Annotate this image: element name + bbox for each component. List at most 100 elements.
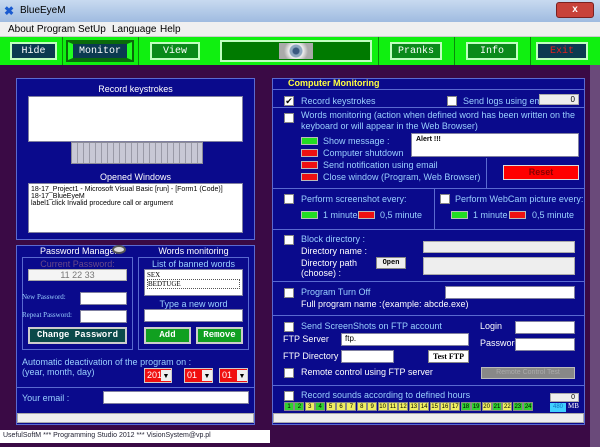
hour-toggle[interactable]: 5	[325, 402, 336, 411]
change-password-button[interactable]: Change Password	[28, 327, 127, 344]
current-password-field[interactable]: 11 22 33	[28, 269, 127, 281]
new-word-field[interactable]	[144, 309, 243, 322]
directory-path-field[interactable]	[423, 257, 575, 275]
program-turn-off-label: Program Turn Off	[301, 287, 371, 297]
ftp-server-field[interactable]: ftp.	[341, 333, 469, 346]
hour-toggle[interactable]: 19	[471, 402, 482, 411]
auto-deactivation-label: Automatic deactivation of the program on…	[22, 357, 192, 367]
keystrokes-textarea[interactable]	[28, 96, 243, 142]
test-ftp-button[interactable]: Test FTP	[428, 350, 469, 363]
ftp-directory-field[interactable]	[341, 350, 394, 363]
repeat-password-field[interactable]	[80, 310, 127, 323]
send-logs-count[interactable]: 0	[539, 94, 579, 105]
show-message-label: Show message :	[323, 136, 390, 146]
hour-toggle[interactable]: 3	[304, 402, 315, 411]
status-bar-right	[273, 413, 584, 423]
view-button[interactable]: View	[150, 42, 200, 60]
program-turn-off-checkbox[interactable]	[284, 288, 294, 298]
hour-toggle[interactable]: 8	[356, 402, 367, 411]
menu-bar: About Program SetUp Language Help	[0, 22, 600, 37]
ftp-send-checkbox[interactable]	[284, 322, 294, 332]
hour-toggle[interactable]: 2	[294, 402, 305, 411]
words-monitoring-checkbox[interactable]	[284, 113, 294, 123]
alert-message-field[interactable]: Alert !!!	[411, 133, 579, 157]
screenshot-checkbox[interactable]	[284, 194, 294, 204]
show-message-toggle[interactable]	[301, 137, 318, 145]
new-password-label: New Password:	[22, 293, 66, 301]
hour-toggle[interactable]: 22	[502, 402, 513, 411]
title-bar: ✖ BlueEyeM x	[0, 0, 600, 22]
webcam-1min-toggle[interactable]	[451, 211, 468, 219]
year-select[interactable]: 2015 ▼	[144, 368, 172, 383]
hour-toggle[interactable]: 18	[460, 402, 471, 411]
hour-toggle[interactable]: 13	[408, 402, 419, 411]
hour-toggle[interactable]: 16	[440, 402, 450, 411]
status-bar-left	[17, 413, 254, 423]
hour-toggle[interactable]: 12	[398, 402, 409, 411]
open-button[interactable]: Open	[376, 257, 406, 269]
record-sounds-checkbox[interactable]	[284, 391, 294, 401]
hour-toggle[interactable]: 20	[481, 402, 492, 411]
menu-language[interactable]: Language	[112, 24, 157, 35]
screenshot-1min-toggle[interactable]	[301, 211, 318, 219]
auto-deactivation-format: (year, month, day)	[22, 367, 95, 377]
hour-toggle[interactable]: 11	[388, 402, 398, 411]
hide-button[interactable]: Hide	[10, 42, 57, 60]
add-button[interactable]: Add	[144, 327, 191, 344]
block-directory-checkbox[interactable]	[284, 235, 294, 245]
reset-button[interactable]: Reset	[503, 165, 579, 180]
menu-about[interactable]: About Program	[8, 24, 75, 35]
eye-icon	[279, 43, 313, 59]
program-name-field[interactable]	[445, 286, 575, 299]
day-select[interactable]: 01 ▼	[219, 368, 248, 383]
remote-control-test-button[interactable]: Remote Control Test	[481, 367, 575, 379]
hour-toggle[interactable]: 10	[377, 402, 388, 411]
hour-toggle[interactable]: 1	[284, 402, 294, 411]
webcam-half-min-toggle[interactable]	[509, 211, 526, 219]
hour-toggle[interactable]: 14	[419, 402, 430, 411]
email-field[interactable]	[103, 391, 249, 404]
hour-toggle[interactable]: 21	[492, 402, 502, 411]
exit-button[interactable]: Exit	[536, 42, 588, 60]
send-logs-label: Send logs using email	[463, 96, 552, 106]
login-field[interactable]	[515, 321, 575, 334]
hour-toggle[interactable]: 7	[346, 402, 357, 411]
menu-setup[interactable]: SetUp	[78, 24, 106, 35]
hour-toggle[interactable]: 6	[336, 402, 346, 411]
list-item: label1 click Invalid procedure call or a…	[31, 200, 174, 207]
opened-windows-list[interactable]: 18-17_Project1 - Microsoft Visual Basic …	[28, 183, 243, 233]
hour-toggle[interactable]: 4	[315, 402, 326, 411]
words-monitoring-label: Words monitoring	[158, 246, 229, 256]
directory-name-field[interactable]	[423, 241, 575, 253]
hour-toggle[interactable]: 15	[429, 402, 440, 411]
webcam-checkbox[interactable]	[440, 194, 450, 204]
hour-toggle[interactable]: 24	[523, 402, 534, 411]
menu-help[interactable]: Help	[160, 24, 181, 35]
email-notify-toggle[interactable]	[301, 161, 318, 169]
close-window-toggle[interactable]	[301, 173, 318, 181]
new-password-field[interactable]	[80, 292, 127, 305]
close-button[interactable]: x	[556, 2, 594, 18]
list-item[interactable]: BEDTUGE	[147, 279, 240, 289]
list-item[interactable]: SEX	[147, 271, 240, 279]
hour-toggle[interactable]: 17	[450, 402, 461, 411]
monitor-button[interactable]: Monitor	[66, 40, 134, 62]
hour-toggle[interactable]: 9	[367, 402, 378, 411]
ftp-directory-label: FTP Directory	[283, 351, 339, 361]
send-logs-checkbox[interactable]	[447, 96, 457, 106]
screenshot-half-min-toggle[interactable]	[358, 211, 375, 219]
footer-credits: UsefulSoftM *** Programming Studio 2012 …	[0, 430, 270, 443]
remote-control-checkbox[interactable]	[284, 368, 294, 378]
pranks-button[interactable]: Pranks	[390, 42, 442, 60]
shutdown-toggle[interactable]	[301, 149, 318, 157]
ftp-password-field[interactable]	[515, 338, 575, 351]
banned-words-list[interactable]: SEX BEDTUGE	[144, 269, 243, 296]
record-keystrokes-checkbox[interactable]: ✔	[284, 96, 294, 106]
day-value: 01	[222, 370, 233, 380]
hour-toggle[interactable]: 23	[512, 402, 523, 411]
key-icon	[112, 245, 126, 254]
info-button[interactable]: Info	[466, 42, 518, 60]
remove-button[interactable]: Remove	[196, 327, 243, 344]
month-select[interactable]: 01 ▼	[184, 368, 213, 383]
type-new-word-label: Type a new word	[159, 299, 228, 309]
